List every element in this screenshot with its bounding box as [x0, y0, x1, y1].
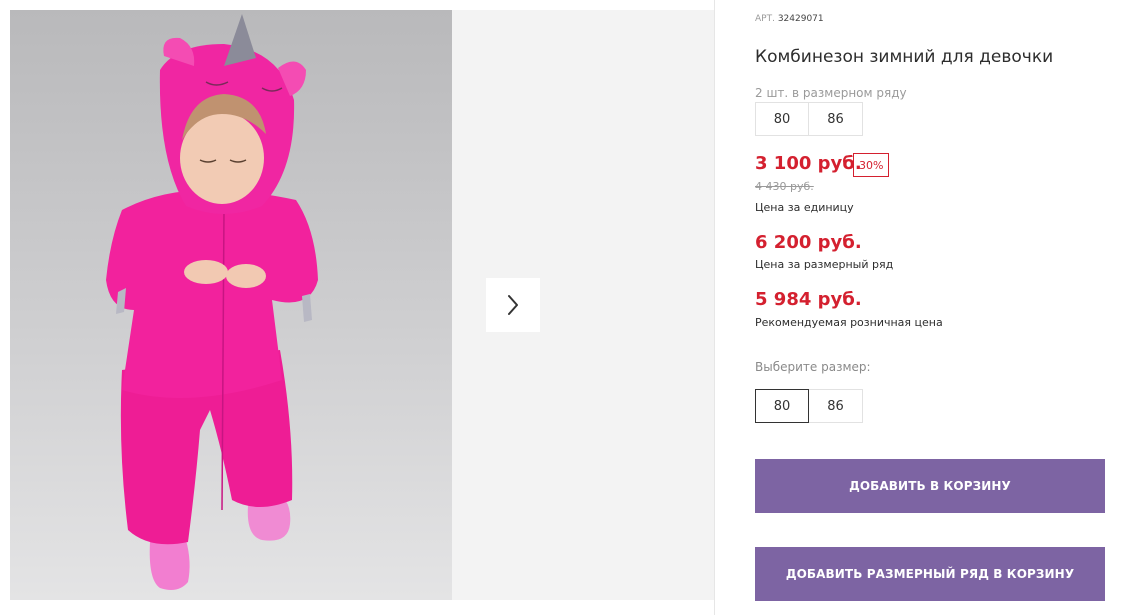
old-price: 4 430 руб.	[755, 180, 814, 193]
size-option-86[interactable]: 86	[809, 389, 863, 423]
discount-badge: 30%	[853, 153, 890, 177]
article-value: 32429071	[777, 14, 824, 24]
retail-price-caption: Рекомендуемая розничная цена	[755, 316, 943, 329]
size-range-note: 2 шт. в размерном ряду	[755, 86, 907, 100]
child-in-pink-snowsuit-image	[106, 14, 318, 590]
article-number: АРТ. 32429071	[755, 14, 824, 24]
chevron-right-icon	[508, 295, 518, 315]
add-to-cart-button[interactable]: ДОБАВИТЬ В КОРЗИНУ	[755, 459, 1105, 513]
choose-size-label: Выберите размер:	[755, 360, 871, 374]
range-size-86: 86	[809, 102, 863, 136]
unit-price: 3 100 руб.	[755, 153, 862, 174]
product-photo[interactable]	[10, 10, 452, 600]
size-range-list: 80 86	[755, 102, 863, 136]
product-gallery	[10, 10, 714, 600]
range-size-80: 80	[755, 102, 809, 136]
product-title: Комбинезон зимний для девочки	[755, 47, 1054, 67]
range-price: 6 200 руб.	[755, 232, 862, 253]
next-image-button[interactable]	[486, 278, 540, 332]
size-option-80[interactable]: 80	[755, 389, 809, 423]
add-range-to-cart-button[interactable]: ДОБАВИТЬ РАЗМЕРНЫЙ РЯД В КОРЗИНУ	[755, 547, 1105, 601]
size-selector: 80 86	[755, 389, 863, 423]
article-label: АРТ.	[755, 14, 775, 24]
retail-price: 5 984 руб.	[755, 289, 862, 310]
panel-divider	[714, 0, 715, 615]
range-price-caption: Цена за размерный ряд	[755, 258, 894, 271]
unit-price-caption: Цена за единицу	[755, 201, 854, 214]
